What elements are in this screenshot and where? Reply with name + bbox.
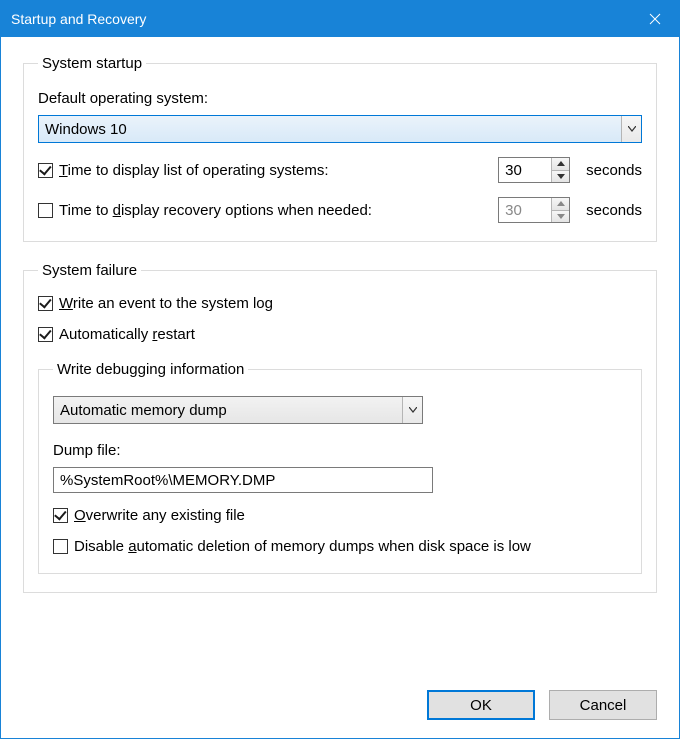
system-startup-group: System startup Default operating system:… — [23, 55, 657, 242]
overwrite-checkbox[interactable]: Overwrite any existing file — [53, 507, 245, 524]
default-os-dropdown[interactable]: Windows 10 — [38, 115, 642, 143]
system-failure-group: System failure Write an event to the sys… — [23, 262, 657, 593]
disable-auto-delete-checkbox[interactable]: Disable automatic deletion of memory dum… — [53, 538, 531, 555]
close-button[interactable] — [631, 1, 679, 37]
dump-type-value: Automatic memory dump — [60, 402, 402, 419]
write-event-checkbox[interactable]: Write an event to the system log — [38, 295, 273, 312]
checkbox-icon — [38, 296, 53, 311]
dialog-footer: OK Cancel — [1, 690, 679, 738]
time-os-list-checkbox[interactable]: Time to display list of operating system… — [38, 162, 329, 179]
checkbox-icon — [38, 203, 53, 218]
time-recovery-spinner[interactable]: 30 — [498, 197, 570, 223]
auto-restart-checkbox[interactable]: Automatically restart — [38, 326, 195, 343]
checkbox-icon — [53, 508, 68, 523]
write-debugging-group: Write debugging information Automatic me… — [38, 361, 642, 574]
spinner-down-icon[interactable] — [552, 170, 569, 183]
time-recovery-checkbox[interactable]: Time to display recovery options when ne… — [38, 202, 372, 219]
seconds-label: seconds — [586, 162, 642, 179]
startup-recovery-dialog: Startup and Recovery System startup Defa… — [0, 0, 680, 739]
system-startup-legend: System startup — [38, 55, 146, 72]
ok-button[interactable]: OK — [427, 690, 535, 720]
write-debugging-legend: Write debugging information — [53, 361, 248, 378]
dump-file-label: Dump file: — [53, 442, 627, 459]
write-event-row: Write an event to the system log — [38, 295, 642, 312]
default-os-value: Windows 10 — [45, 121, 621, 138]
checkbox-icon — [38, 327, 53, 342]
chevron-down-icon — [621, 116, 641, 142]
spinner-down-icon[interactable] — [552, 210, 569, 223]
dump-type-dropdown[interactable]: Automatic memory dump — [53, 396, 423, 424]
default-os-label: Default operating system: — [38, 90, 642, 107]
close-icon — [649, 13, 661, 25]
chevron-down-icon — [402, 397, 422, 423]
time-os-list-spinner[interactable]: 30 — [498, 157, 570, 183]
window-title: Startup and Recovery — [11, 11, 146, 27]
dump-file-input[interactable] — [53, 467, 433, 493]
spinner-up-icon[interactable] — [552, 158, 569, 170]
cancel-button[interactable]: Cancel — [549, 690, 657, 720]
time-os-list-row: Time to display list of operating system… — [38, 157, 642, 183]
titlebar: Startup and Recovery — [1, 1, 679, 37]
checkbox-icon — [53, 539, 68, 554]
time-recovery-row: Time to display recovery options when ne… — [38, 197, 642, 223]
auto-restart-row: Automatically restart — [38, 326, 642, 343]
disable-auto-delete-row: Disable automatic deletion of memory dum… — [53, 538, 627, 555]
overwrite-row: Overwrite any existing file — [53, 507, 627, 524]
seconds-label: seconds — [586, 202, 642, 219]
system-failure-legend: System failure — [38, 262, 141, 279]
spinner-up-icon[interactable] — [552, 198, 569, 210]
checkbox-icon — [38, 163, 53, 178]
